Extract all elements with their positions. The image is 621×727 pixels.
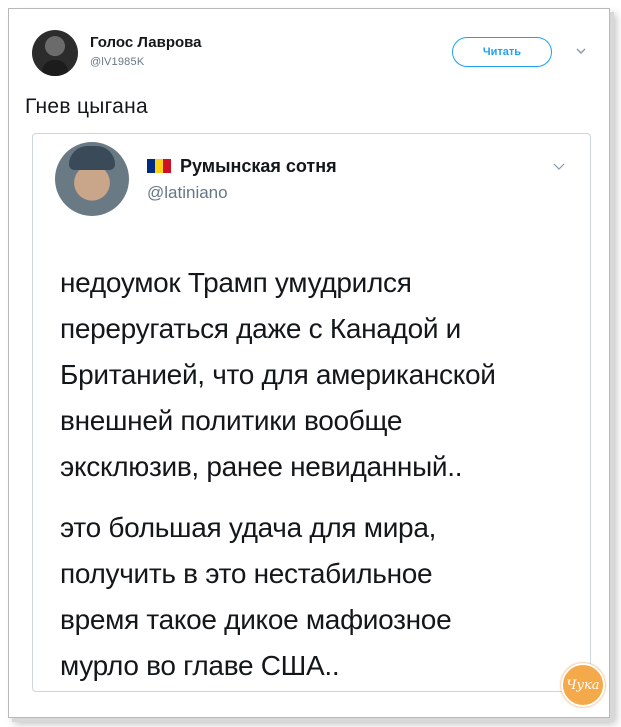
text-line: эксклюзив, ранее невиданный.. xyxy=(60,451,463,482)
watermark-logo: Чука xyxy=(561,663,605,707)
outer-author-avatar[interactable] xyxy=(32,30,78,76)
quoted-author-avatar[interactable] xyxy=(55,142,129,216)
follow-button[interactable]: Читать xyxy=(452,37,552,67)
chevron-down-icon[interactable] xyxy=(552,160,566,175)
text-line: мурло во главе США.. xyxy=(60,650,340,681)
text-line: Британией, что для американской xyxy=(60,359,496,390)
text-line: время такое дикое мафиозное xyxy=(60,604,452,635)
outer-author-handle[interactable]: @lV1985K xyxy=(90,56,144,68)
outer-tweet-text: Гнев цыгана xyxy=(25,95,149,118)
outer-author-name[interactable]: Голос Лаврова xyxy=(90,34,202,51)
text-line: внешней политики вообще xyxy=(60,405,403,436)
romania-flag-icon xyxy=(147,159,171,173)
flag-stripe-yellow xyxy=(155,159,163,173)
flag-stripe-blue xyxy=(147,159,155,173)
text-line: это большая удача для мира, xyxy=(60,512,437,543)
quoted-tweet-paragraph-2: это большая удача для мира, получить в э… xyxy=(60,505,452,689)
quoted-author-handle[interactable]: @latiniano xyxy=(147,183,228,203)
chevron-down-icon[interactable] xyxy=(575,45,587,57)
quoted-tweet-paragraph-1: недоумок Трамп умудрился переругаться да… xyxy=(60,260,496,490)
text-line: получить в это нестабильное xyxy=(60,558,433,589)
text-line: недоумок Трамп умудрился xyxy=(60,267,412,298)
text-line: переругаться даже с Канадой и xyxy=(60,313,462,344)
quoted-author-name[interactable]: Румынская сотня xyxy=(180,156,337,177)
flag-stripe-red xyxy=(163,159,171,173)
